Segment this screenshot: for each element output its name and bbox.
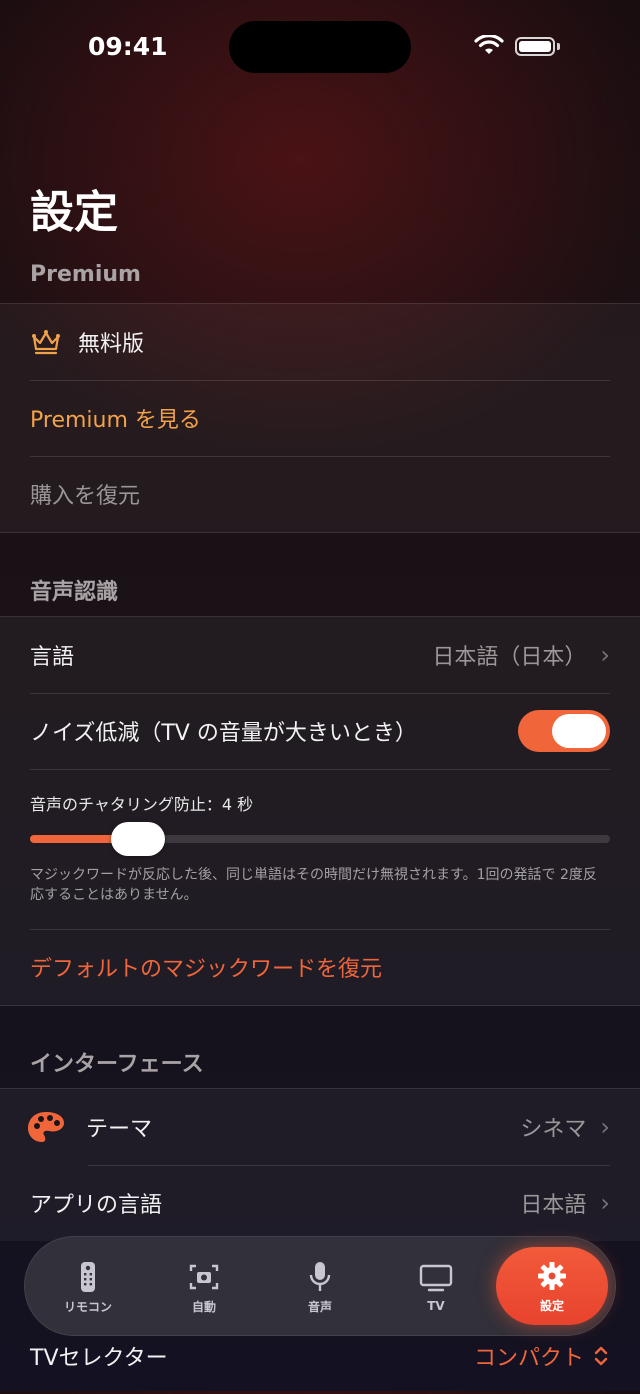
microphone-icon bbox=[308, 1260, 332, 1294]
app-language-value: 日本語 bbox=[520, 1193, 587, 1218]
app-language-row[interactable]: アプリの言語 日本語 › bbox=[0, 1165, 640, 1241]
section-header-premium: Premium bbox=[30, 262, 141, 287]
restore-purchase-button[interactable]: 購入を復元 bbox=[0, 456, 640, 532]
interface-group: テーマ シネマ › アプリの言語 日本語 › bbox=[0, 1088, 640, 1241]
theme-value: シネマ bbox=[520, 1117, 587, 1142]
restore-purchase-label: 購入を復元 bbox=[30, 484, 141, 509]
language-value-wrap: 日本語（日本） › bbox=[432, 639, 610, 671]
noise-reduction-toggle[interactable] bbox=[518, 710, 610, 752]
restore-magic-words-button[interactable]: デフォルトのマジックワードを復元 bbox=[0, 929, 640, 1005]
plan-label: 無料版 bbox=[78, 332, 145, 357]
tab-label: 自動 bbox=[191, 1299, 216, 1314]
debounce-slider-track[interactable] bbox=[30, 822, 610, 856]
tab-tv[interactable]: TV bbox=[381, 1237, 491, 1337]
tab-bar: リモコン 自動 音声 TV 設定 bbox=[24, 1236, 616, 1336]
voice-group: 言語 日本語（日本） › ノイズ低減（TV の音量が大きいとき） 音声のチャタリ… bbox=[0, 616, 640, 1006]
language-row[interactable]: 言語 日本語（日本） › bbox=[0, 617, 640, 693]
chevron-right-icon: › bbox=[600, 641, 610, 669]
language-value: 日本語（日本） bbox=[432, 645, 587, 670]
gear-icon bbox=[537, 1259, 567, 1293]
crown-icon bbox=[30, 329, 62, 355]
chevron-right-icon: › bbox=[600, 1189, 610, 1217]
dynamic-island bbox=[229, 21, 411, 73]
theme-label: テーマ bbox=[86, 1117, 153, 1142]
premium-group: 無料版 Premium を見る 購入を復元 bbox=[0, 303, 640, 533]
see-premium-button[interactable]: Premium を見る bbox=[0, 380, 640, 456]
camera-scan-icon bbox=[189, 1260, 219, 1294]
palette-icon bbox=[26, 1110, 66, 1144]
tab-label: 設定 bbox=[539, 1298, 564, 1313]
tab-label: リモコン bbox=[63, 1299, 112, 1314]
debounce-slider-thumb[interactable] bbox=[111, 822, 166, 856]
language-label: 言語 bbox=[30, 645, 75, 670]
battery-tip bbox=[557, 43, 560, 50]
remote-icon bbox=[79, 1260, 97, 1294]
theme-value-wrap: シネマ › bbox=[520, 1111, 610, 1143]
tab-remote[interactable]: リモコン bbox=[33, 1237, 143, 1337]
see-premium-label: Premium を見る bbox=[30, 408, 201, 433]
app-language-label: アプリの言語 bbox=[30, 1193, 163, 1218]
tab-voice[interactable]: 音声 bbox=[265, 1237, 375, 1337]
tv-selector-value-wrap[interactable]: コンパクト bbox=[474, 1340, 610, 1372]
debounce-help-text: マジックワードが反応した後、同じ単語はその時間だけ無視されます。1回の発話で 2… bbox=[30, 867, 597, 903]
tab-settings[interactable]: 設定 bbox=[496, 1247, 608, 1325]
wifi-icon bbox=[474, 35, 504, 54]
plan-row: 無料版 bbox=[0, 304, 640, 380]
app-language-value-wrap: 日本語 › bbox=[520, 1187, 610, 1219]
debounce-row: 音声のチャタリング防止：4 秒 マジックワードが反応した後、同じ単語はその時間だ… bbox=[0, 769, 640, 929]
section-header-interface: インターフェース bbox=[30, 1052, 204, 1077]
restore-magic-words-label: デフォルトのマジックワードを復元 bbox=[30, 957, 383, 982]
chevron-right-icon: › bbox=[600, 1113, 610, 1141]
theme-row[interactable]: テーマ シネマ › bbox=[0, 1089, 640, 1165]
battery-icon bbox=[515, 37, 555, 56]
status-time: 09:41 bbox=[88, 32, 168, 61]
tab-auto[interactable]: 自動 bbox=[149, 1237, 259, 1337]
noise-reduction-label: ノイズ低減（TV の音量が大きいとき） bbox=[30, 721, 417, 746]
tv-selector-value: コンパクト bbox=[473, 1346, 584, 1371]
page-title: 設定 bbox=[30, 187, 118, 238]
status-bar: 09:41 bbox=[0, 0, 640, 90]
debounce-label: 音声のチャタリング防止：4 秒 bbox=[30, 795, 254, 814]
tv-icon bbox=[419, 1261, 453, 1295]
tv-selector-label: TVセレクター bbox=[30, 1346, 168, 1371]
section-header-voice: 音声認識 bbox=[30, 580, 119, 605]
noise-reduction-row: ノイズ低減（TV の音量が大きいとき） bbox=[0, 693, 640, 769]
tab-label: 音声 bbox=[307, 1299, 332, 1314]
tab-label: TV bbox=[427, 1299, 445, 1313]
chevron-up-down-icon bbox=[594, 1346, 608, 1366]
toggle-knob bbox=[552, 714, 606, 748]
